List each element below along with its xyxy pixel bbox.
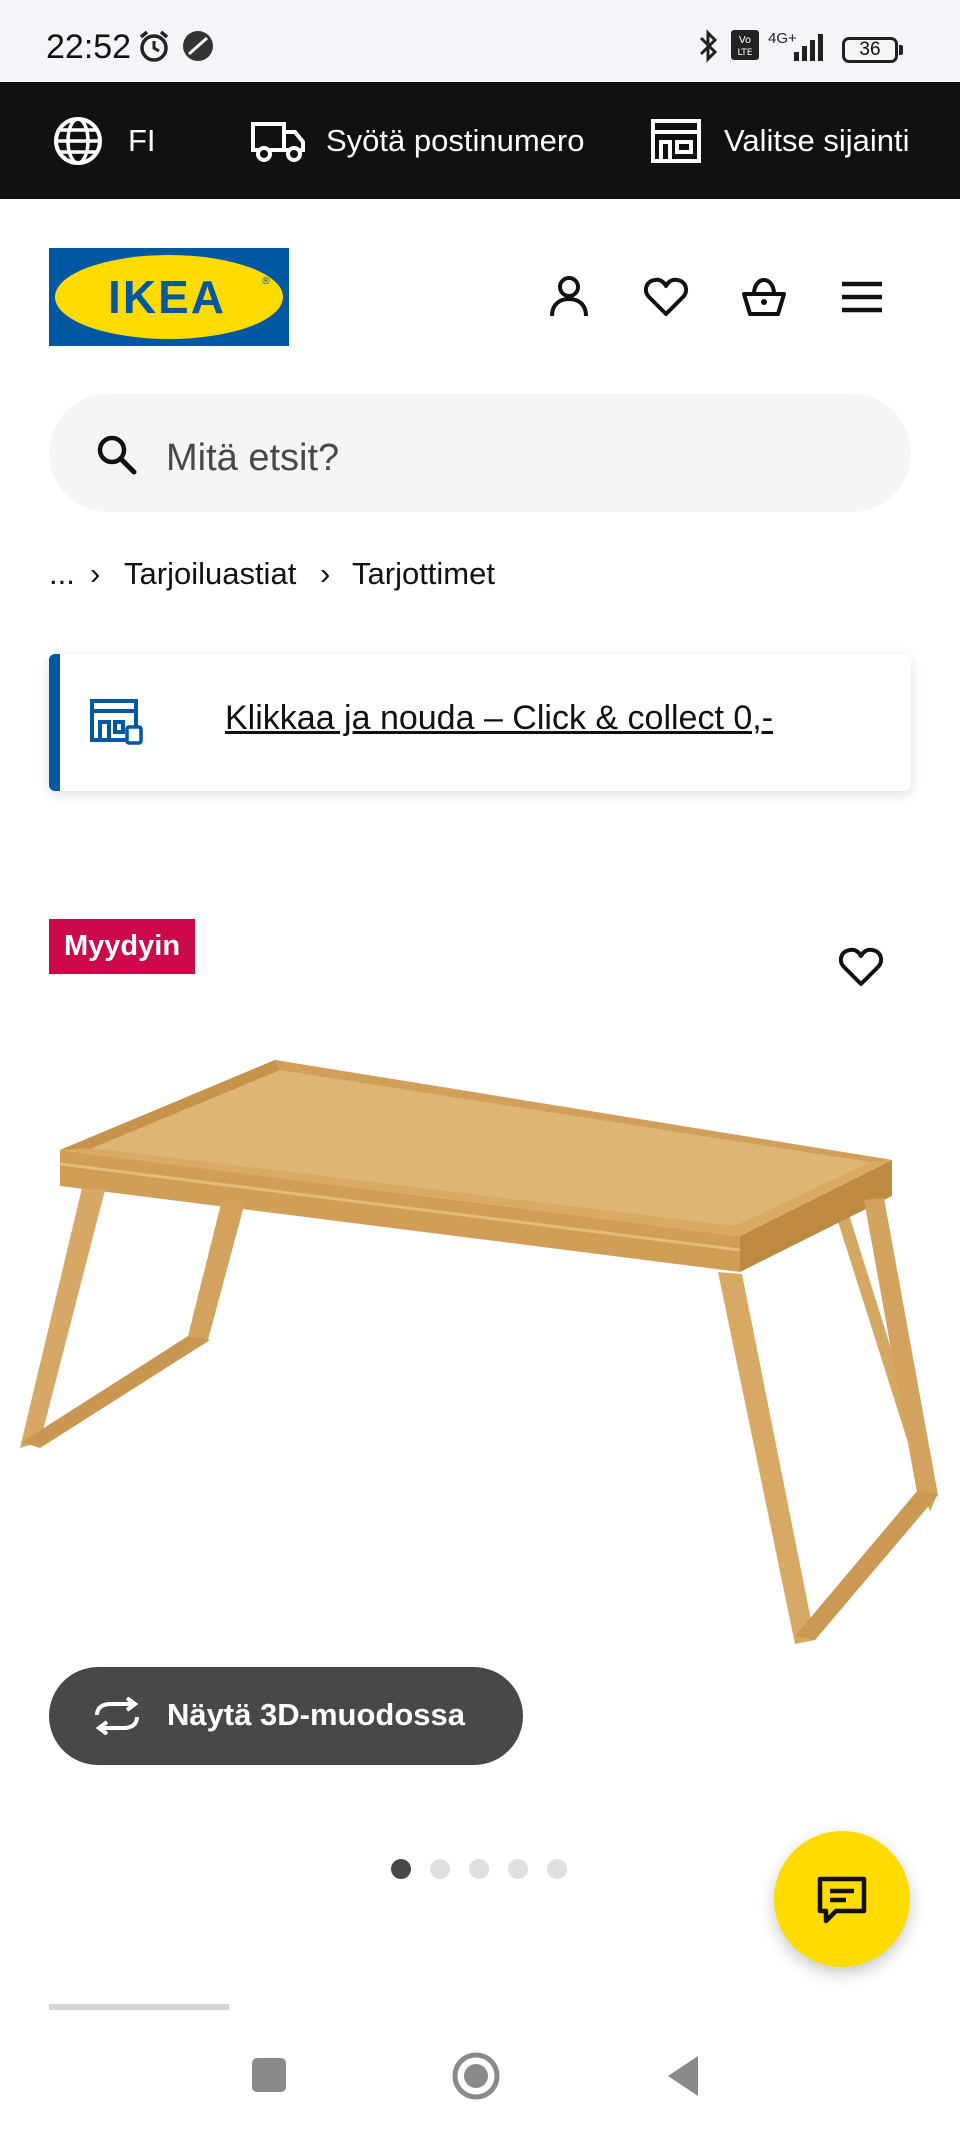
view-3d-label: Näytä 3D-muodossa xyxy=(167,1697,466,1732)
postal-code-button[interactable]: Syötä postinumero xyxy=(248,110,598,172)
carousel-dot-4[interactable] xyxy=(508,1859,528,1879)
carousel-dot-5[interactable] xyxy=(547,1859,567,1879)
battery-indicator: 36 xyxy=(842,37,898,63)
delivery-truck-icon xyxy=(251,122,305,162)
svg-text:®: ® xyxy=(261,276,271,287)
breadcrumb-ellipsis[interactable]: ... xyxy=(49,556,75,592)
volte-icon: Vo LTE xyxy=(731,30,759,60)
back-icon[interactable] xyxy=(664,2054,704,2098)
menu-icon[interactable] xyxy=(837,272,887,322)
language-label: FI xyxy=(128,123,156,158)
favourites-icon[interactable] xyxy=(641,272,691,322)
carousel-dot-1[interactable] xyxy=(391,1859,411,1879)
status-bar: 22:52 Vo LTE 4G+ 36 xyxy=(0,0,960,82)
store-location-button[interactable]: Valitse sijainti xyxy=(648,110,948,172)
svg-text:IKEA: IKEA xyxy=(108,271,226,323)
search-placeholder: Mitä etsit? xyxy=(166,437,340,479)
status-time: 22:52 xyxy=(46,28,132,66)
store-icon xyxy=(651,119,701,163)
promo-accent-bar xyxy=(49,654,60,791)
bestseller-badge: Myydyin xyxy=(49,919,196,974)
store-location-label: Valitse sijainti xyxy=(724,123,910,158)
ikea-logo-mark: IKEA ® xyxy=(49,248,289,346)
favourite-product-icon[interactable] xyxy=(836,942,886,992)
alarm-icon xyxy=(139,30,169,62)
svg-text:Vo: Vo xyxy=(739,35,751,46)
postal-code-label: Syötä postinumero xyxy=(326,123,585,158)
carousel-dot-2[interactable] xyxy=(430,1859,450,1879)
recent-apps-icon[interactable] xyxy=(252,2058,286,2092)
store-pickup-icon xyxy=(90,699,143,745)
view-3d-button[interactable]: Näytä 3D-muodossa xyxy=(49,1667,523,1765)
chevron-right-icon: › xyxy=(320,556,331,591)
carousel-dot-3[interactable] xyxy=(469,1859,489,1879)
do-not-disturb-icon xyxy=(183,31,213,61)
home-icon[interactable] xyxy=(451,2051,501,2101)
chevron-right-icon: › xyxy=(90,556,101,591)
ikea-logo[interactable]: IKEA ® xyxy=(49,248,289,346)
click-collect-link[interactable]: Klikkaa ja nouda – Click & collect 0,- xyxy=(225,699,773,738)
click-collect-banner[interactable]: Klikkaa ja nouda – Click & collect 0,- xyxy=(49,654,911,791)
battery-tip xyxy=(899,45,903,55)
globe-icon xyxy=(54,117,102,165)
chat-icon xyxy=(817,1876,867,1924)
bluetooth-icon xyxy=(699,29,718,63)
signal-icon xyxy=(794,34,823,61)
breadcrumb-item-tarjottimet[interactable]: Tarjottimet xyxy=(352,556,495,592)
shopping-bag-icon[interactable] xyxy=(739,272,789,322)
system-nav-bar xyxy=(0,2010,960,2133)
breadcrumb-item-tarjoiluastiat[interactable]: Tarjoiluastiat xyxy=(124,556,296,592)
rotate-3d-icon xyxy=(95,1697,139,1735)
product-image[interactable] xyxy=(0,1040,960,1660)
chat-button[interactable] xyxy=(774,1831,910,1967)
top-bar: FI Syötä postinumero Valitse sijainti xyxy=(0,82,960,199)
search-icon xyxy=(97,435,137,475)
svg-text:LTE: LTE xyxy=(738,48,753,58)
profile-icon[interactable] xyxy=(544,272,594,322)
